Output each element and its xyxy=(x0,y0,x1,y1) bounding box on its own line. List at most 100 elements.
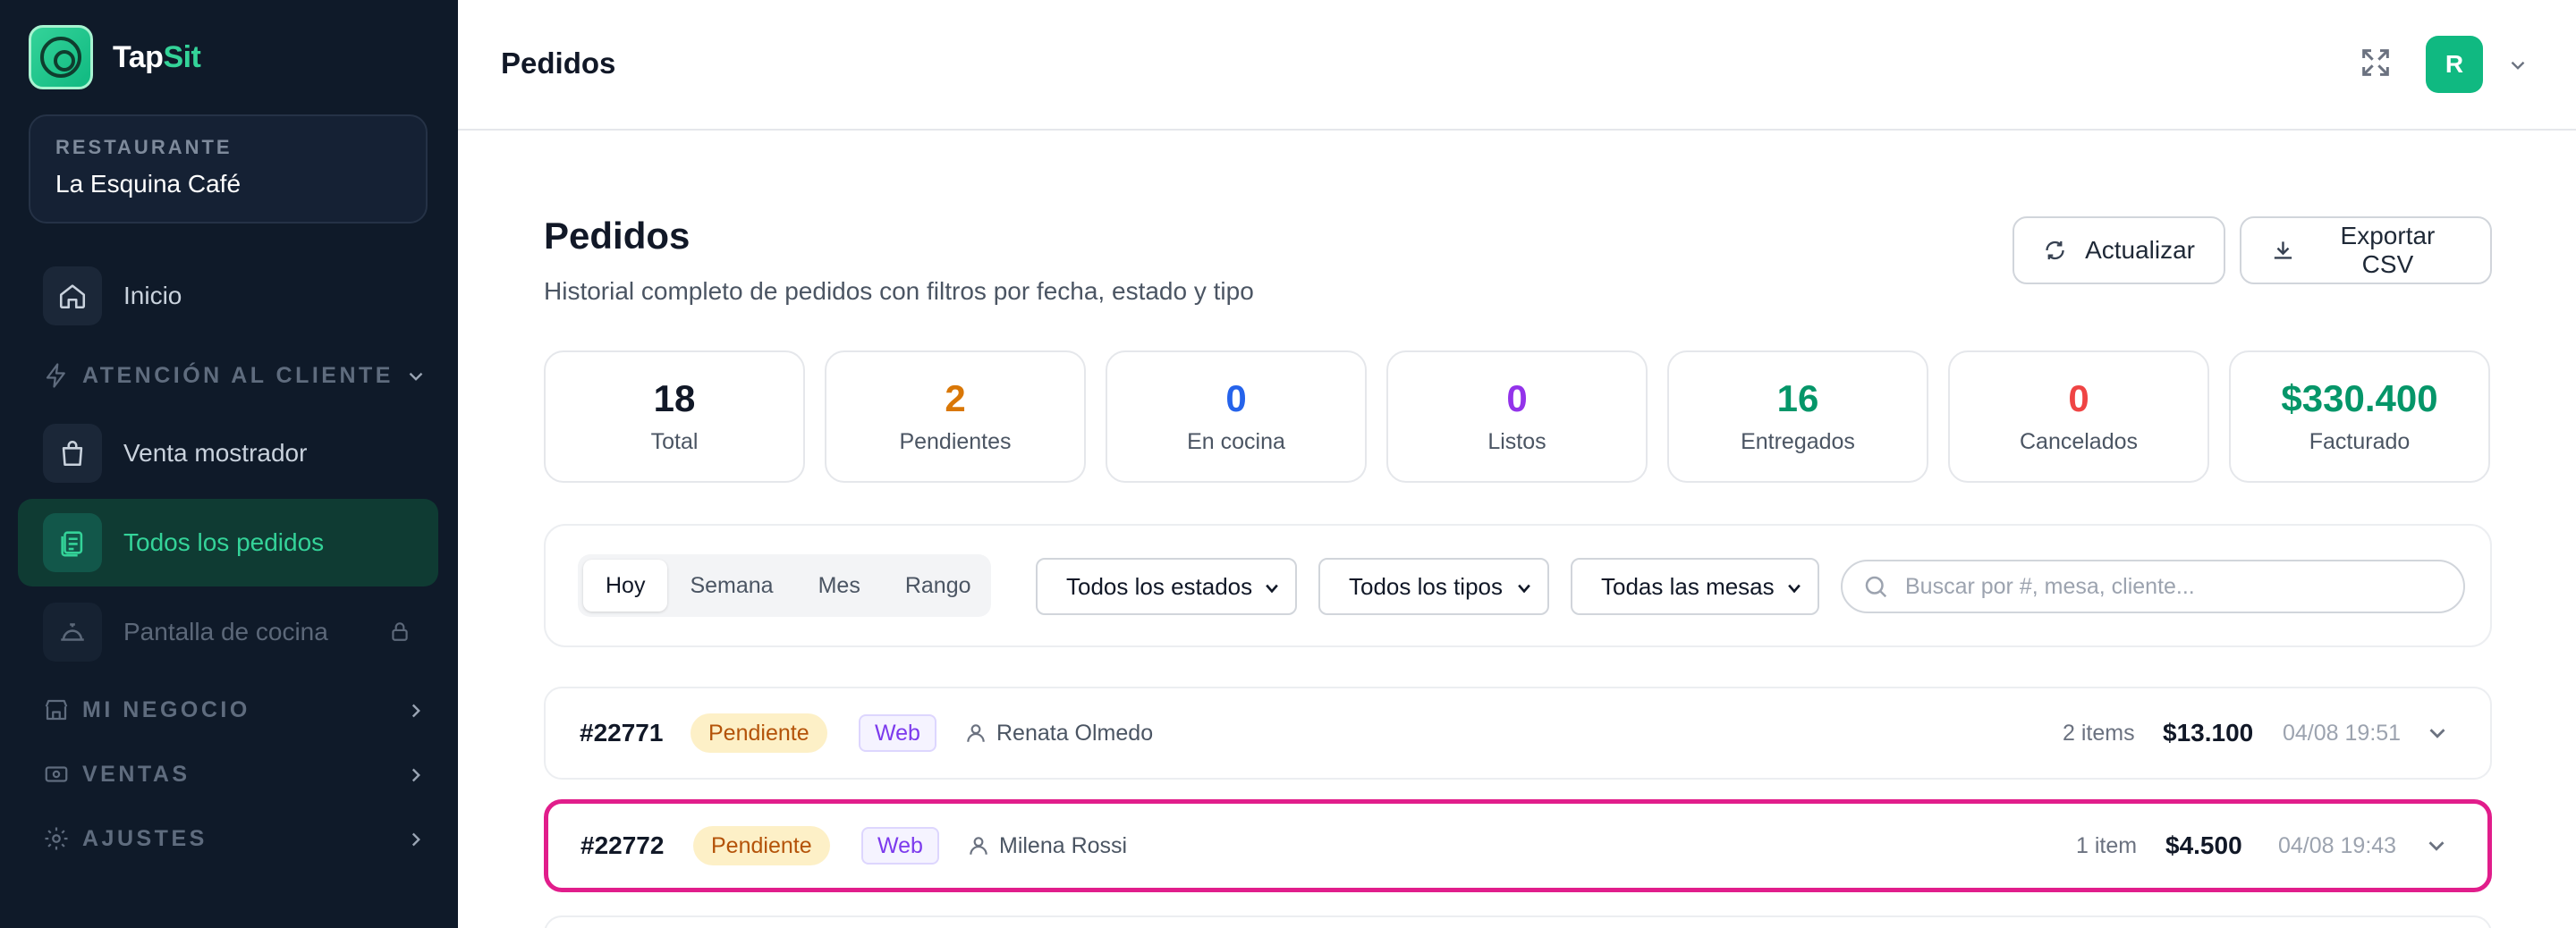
stat-label: Cancelados xyxy=(2019,429,2139,454)
lock-icon xyxy=(392,622,408,641)
sidebar-item-todos-los-pedidos[interactable]: Todos los pedidos xyxy=(18,499,438,586)
brand-logo-icon xyxy=(29,25,93,89)
stat-value: 2 xyxy=(945,377,966,419)
search-input[interactable] xyxy=(1905,573,2442,600)
restaurant-name: La Esquina Café xyxy=(55,170,242,198)
refresh-icon xyxy=(2046,240,2064,260)
orders-icon xyxy=(43,513,102,572)
order-items: 2 items xyxy=(2063,720,2135,746)
order-total: $13.100 xyxy=(2163,719,2254,747)
order-date: 04/08 19:43 xyxy=(2278,832,2397,858)
type-select[interactable]: Todos los tipos xyxy=(1318,558,1549,615)
customer-name: Milena Rossi xyxy=(999,832,1128,858)
chevron-down-icon xyxy=(409,372,423,381)
period-segmented-control: Hoy Semana Mes Rango xyxy=(578,554,991,617)
cloche-icon xyxy=(43,603,102,662)
sidebar: TapSit RESTAURANTE La Esquina Café Inici… xyxy=(0,0,458,928)
status-select[interactable]: Todos los estados xyxy=(1036,558,1297,615)
stat-pendientes: 2 Pendientes xyxy=(825,350,1086,483)
order-row[interactable]: #22772 Pendiente Web Milena Rossi 1 item… xyxy=(544,799,2492,892)
section-label: MI NEGOCIO xyxy=(82,696,250,722)
order-id: #22772 xyxy=(580,831,665,859)
status-badge: Pendiente xyxy=(691,713,827,753)
bolt-icon xyxy=(46,363,65,388)
export-csv-button[interactable]: Exportar CSV xyxy=(2240,216,2492,284)
chevron-right-icon xyxy=(411,832,420,847)
period-hoy[interactable]: Hoy xyxy=(583,560,668,612)
stat-entregados: 16 Entregados xyxy=(1667,350,1928,483)
order-items: 1 item xyxy=(2076,832,2138,858)
shopping-bag-icon xyxy=(43,424,102,483)
refresh-button[interactable]: Actualizar xyxy=(2012,216,2225,284)
sidebar-item-label: Pantalla de cocina xyxy=(123,618,328,645)
chevron-down-icon[interactable] xyxy=(2424,720,2451,747)
order-date: 04/08 19:51 xyxy=(2283,720,2402,746)
sidebar-item-inicio[interactable]: Inicio xyxy=(18,252,438,340)
table-select[interactable]: Todas las mesas xyxy=(1571,558,1819,615)
order-total: $4.500 xyxy=(2165,831,2242,859)
chevron-down-icon xyxy=(1266,584,1278,594)
download-icon xyxy=(2274,241,2292,259)
top-bar: Pedidos R xyxy=(458,0,2576,131)
stat-label: Listos xyxy=(1487,429,1546,454)
page-subtitle: Historial completo de pedidos con filtro… xyxy=(544,277,1254,305)
restaurant-label: RESTAURANTE xyxy=(55,136,233,158)
period-rango[interactable]: Rango xyxy=(883,560,994,612)
chevron-down-icon[interactable] xyxy=(2506,54,2529,77)
order-row[interactable]: #22771 Pendiente Web Renata Olmedo 2 ite… xyxy=(544,687,2492,780)
stat-total: 18 Total xyxy=(544,350,805,483)
brand-name: TapSit xyxy=(113,39,201,74)
order-row[interactable] xyxy=(544,915,2492,928)
section-label: AJUSTES xyxy=(82,825,208,851)
period-mes[interactable]: Mes xyxy=(796,560,883,612)
customer-name: Renata Olmedo xyxy=(996,720,1154,746)
cash-icon xyxy=(45,766,68,782)
period-semana[interactable]: Semana xyxy=(667,560,795,612)
filters-bar: Hoy Semana Mes Rango Todos los estados T… xyxy=(544,524,2492,647)
stat-value: 18 xyxy=(653,377,696,419)
page-title: Pedidos xyxy=(544,215,691,257)
home-icon xyxy=(43,266,102,325)
brand[interactable]: TapSit xyxy=(29,25,201,89)
search-icon xyxy=(1865,576,1887,598)
section-label: VENTAS xyxy=(82,761,191,787)
restaurant-selector[interactable]: RESTAURANTE La Esquina Café xyxy=(29,114,428,224)
stat-facturado: $330.400 Facturado xyxy=(2229,350,2490,483)
stat-label: Total xyxy=(650,429,699,454)
table-select-value: Todas las mesas xyxy=(1601,572,1775,600)
sidebar-item-venta-mostrador[interactable]: Venta mostrador xyxy=(18,409,438,497)
sidebar-item-pantalla-cocina[interactable]: Pantalla de cocina xyxy=(18,588,438,676)
section-atencion-cliente[interactable]: ATENCIÓN AL CLIENTE xyxy=(43,354,428,397)
stat-label: Pendientes xyxy=(899,429,1012,454)
gear-icon xyxy=(45,827,68,850)
search-box xyxy=(1841,560,2465,613)
section-ventas[interactable]: VENTAS xyxy=(43,753,428,796)
stat-value: 0 xyxy=(1506,377,1528,419)
store-icon xyxy=(45,699,68,721)
sidebar-item-label: Todos los pedidos xyxy=(123,528,325,556)
status-select-value: Todos los estados xyxy=(1066,572,1253,600)
channel-badge: Web xyxy=(861,827,939,865)
stat-label: Entregados xyxy=(1741,429,1855,454)
user-icon xyxy=(970,837,987,855)
stat-value: $330.400 xyxy=(2281,377,2438,419)
chevron-down-icon xyxy=(1788,584,1801,594)
stat-label: En cocina xyxy=(1187,429,1285,454)
stat-en-cocina: 0 En cocina xyxy=(1106,350,1367,483)
channel-badge: Web xyxy=(859,714,936,752)
sidebar-item-label: Inicio xyxy=(123,282,182,309)
status-badge: Pendiente xyxy=(693,826,830,865)
refresh-label: Actualizar xyxy=(2085,236,2195,264)
section-ajustes[interactable]: AJUSTES xyxy=(43,817,428,860)
avatar[interactable]: R xyxy=(2426,36,2483,93)
chevron-down-icon[interactable] xyxy=(2423,832,2450,859)
order-id: #22771 xyxy=(580,719,664,747)
section-mi-negocio[interactable]: MI NEGOCIO xyxy=(43,688,428,731)
fullscreen-icon[interactable] xyxy=(2358,45,2394,80)
stat-value: 0 xyxy=(2068,377,2089,419)
section-label: ATENCIÓN AL CLIENTE xyxy=(82,362,394,388)
chevron-right-icon xyxy=(411,704,420,718)
export-label: Exportar CSV xyxy=(2340,222,2436,278)
topbar-title: Pedidos xyxy=(501,46,616,80)
stat-label: Facturado xyxy=(2309,429,2411,454)
